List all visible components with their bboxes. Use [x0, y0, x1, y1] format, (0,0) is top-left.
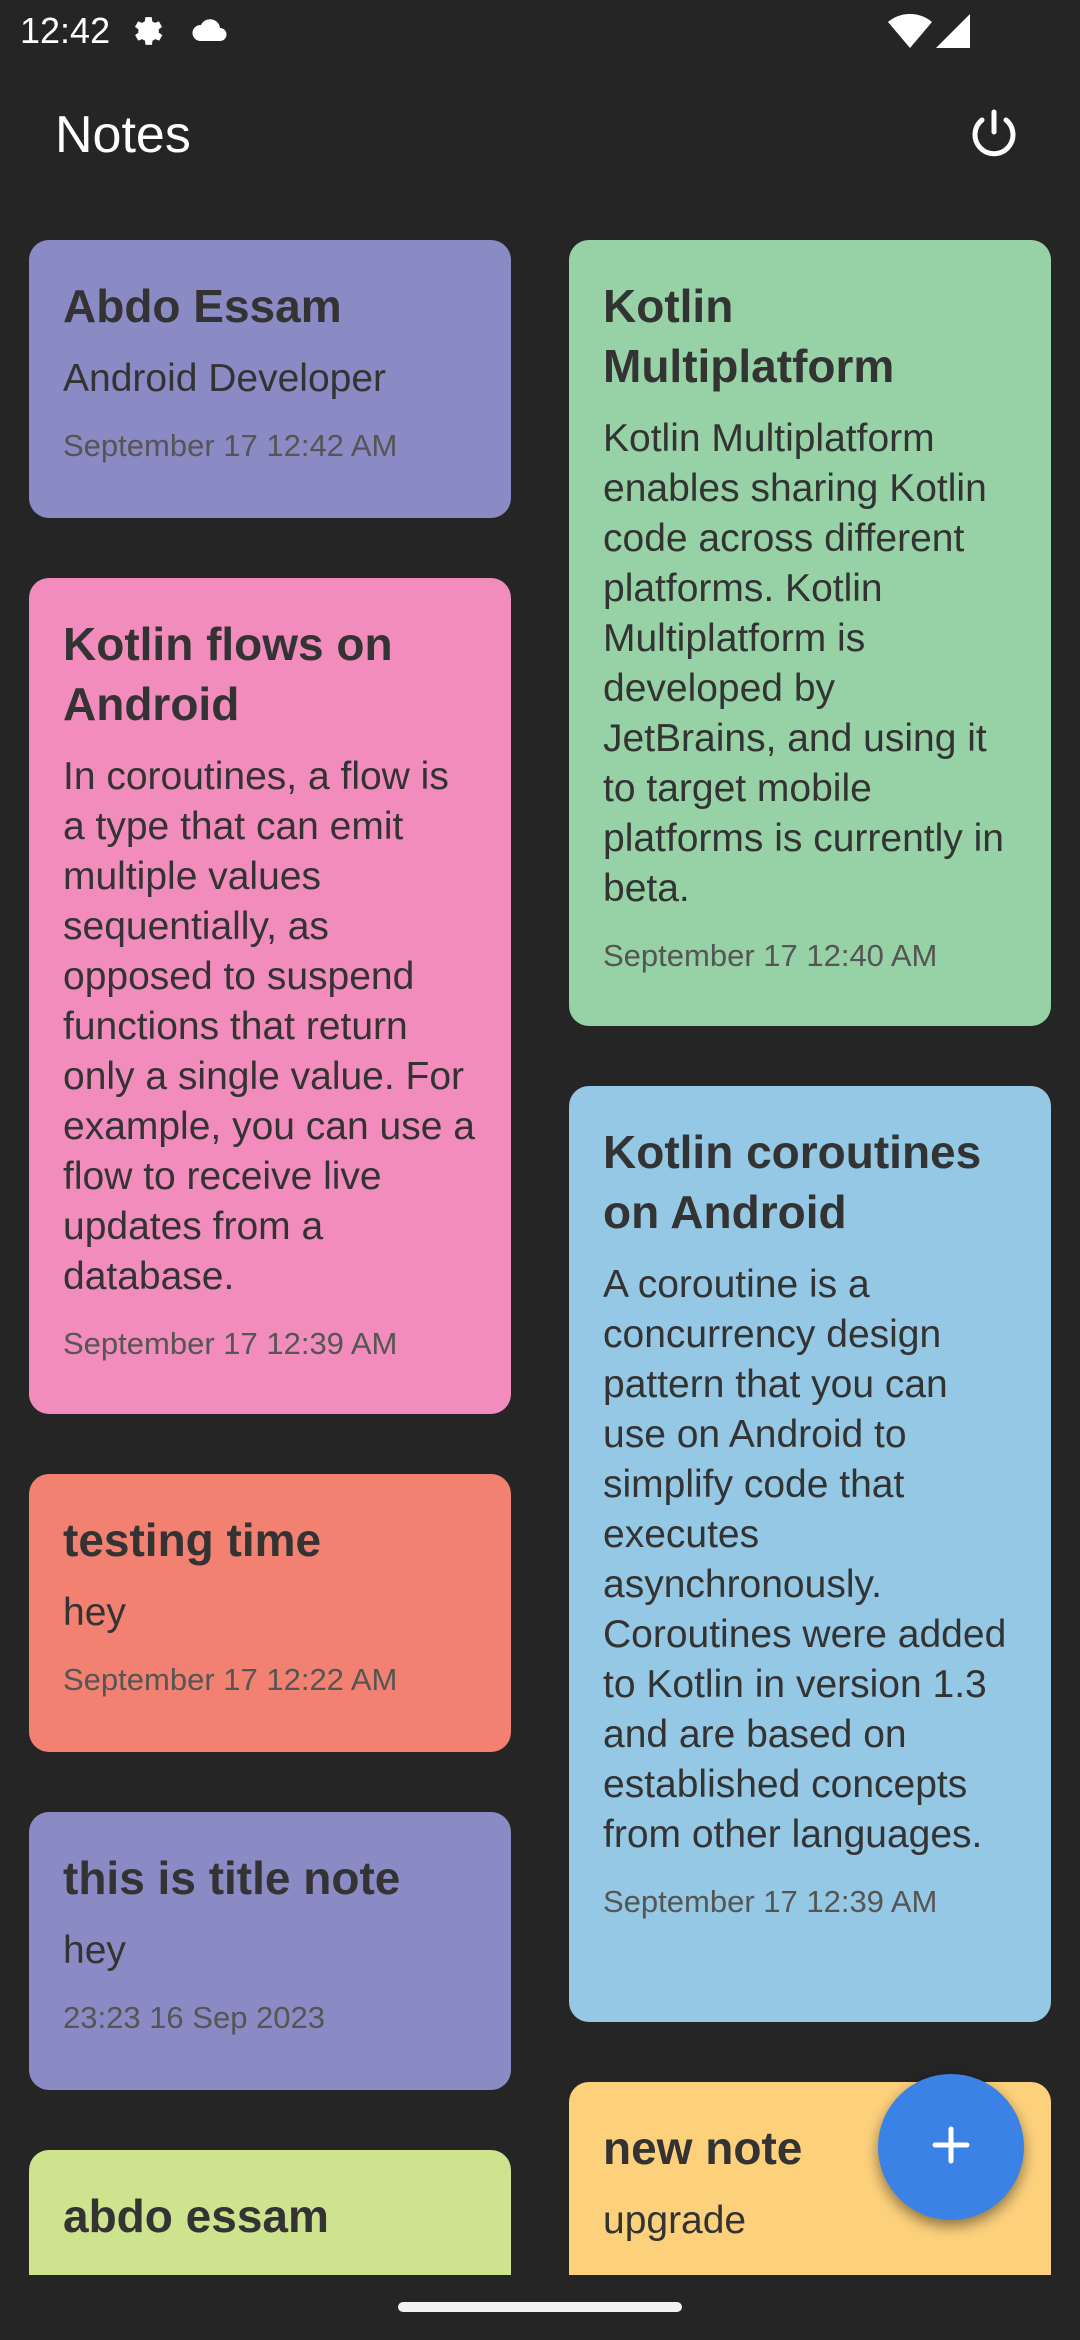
- note-body: In coroutines, a flow is a type that can…: [63, 755, 475, 1298]
- note-body: A coroutine is a concurrency design patt…: [603, 1263, 1007, 1856]
- note-date: 23:23 16 Sep 2023: [63, 2000, 326, 2035]
- home-indicator[interactable]: [398, 2302, 682, 2312]
- note-title: Kotlin coroutines on Android: [603, 1126, 982, 1238]
- plus-icon: [929, 2123, 973, 2172]
- note-body: hey: [63, 1591, 126, 1634]
- note-date: September 17 12:22 AM: [63, 1662, 398, 1697]
- note-card[interactable]: this is title note hey 23:23 16 Sep 2023: [29, 1812, 511, 2090]
- note-card[interactable]: Abdo Essam Android Developer September 1…: [29, 240, 511, 518]
- add-note-button[interactable]: [878, 2074, 1024, 2220]
- note-title: Kotlin flows on Android: [63, 618, 393, 730]
- note-date: September 17 12:39 AM: [603, 1884, 938, 1919]
- note-body: Kotlin Multiplatform enables sharing Kot…: [603, 417, 1004, 910]
- note-card[interactable]: Kotlin coroutines on Android A coroutine…: [569, 1086, 1051, 2022]
- note-date: September 17 12:40 AM: [603, 938, 938, 973]
- note-body: Android Developer: [63, 357, 387, 400]
- note-card[interactable]: Kotlin Multiplatform Kotlin Multiplatfor…: [569, 240, 1051, 1026]
- notes-grid: Abdo Essam Android Developer September 1…: [0, 0, 1080, 2275]
- note-title: this is title note: [63, 1852, 401, 1904]
- note-date: September 17 12:42 AM: [63, 428, 398, 463]
- note-body: hey: [63, 1929, 126, 1972]
- note-title: Kotlin Multiplatform: [603, 280, 895, 392]
- note-date: September 17 12:39 AM: [63, 1326, 398, 1361]
- note-card[interactable]: abdo essam: [29, 2150, 511, 2275]
- note-card[interactable]: Kotlin flows on Android In coroutines, a…: [29, 578, 511, 1414]
- note-title: Abdo Essam: [63, 280, 342, 332]
- note-card[interactable]: testing time hey September 17 12:22 AM: [29, 1474, 511, 1752]
- note-title: abdo essam: [63, 2190, 329, 2242]
- note-title: testing time: [63, 1514, 322, 1566]
